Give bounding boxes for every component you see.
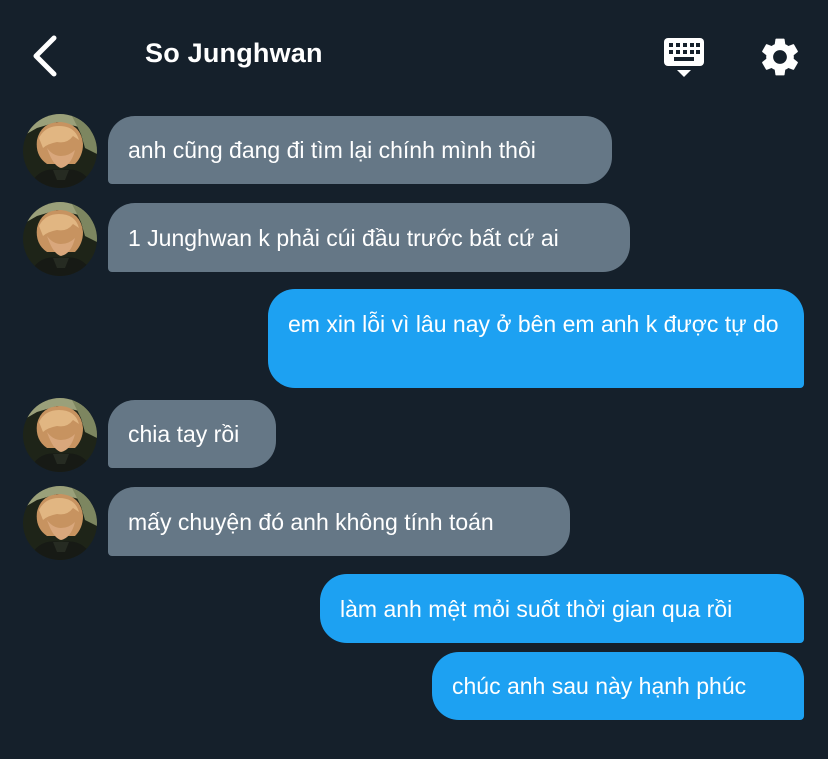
- message-bubble-incoming[interactable]: mấy chuyện đó anh không tính toán: [108, 487, 570, 556]
- avatar[interactable]: [23, 486, 97, 560]
- contact-avatar-image: [23, 114, 97, 188]
- message-bubble-incoming[interactable]: 1 Junghwan k phải cúi đầu trước bất cứ a…: [108, 203, 630, 272]
- message-bubble-outgoing[interactable]: chúc anh sau này hạnh phúc: [432, 652, 804, 720]
- message-bubble-outgoing[interactable]: làm anh mệt mỏi suốt thời gian qua rồi: [320, 574, 804, 643]
- contact-avatar-image: [23, 486, 97, 560]
- avatar[interactable]: [23, 202, 97, 276]
- avatar[interactable]: [23, 114, 97, 188]
- message-bubble-incoming[interactable]: chia tay rồi: [108, 400, 276, 468]
- message-list: anh cũng đang đi tìm lại chính mình thôi…: [0, 0, 828, 759]
- contact-avatar-image: [23, 202, 97, 276]
- message-bubble-outgoing[interactable]: em xin lỗi vì lâu nay ở bên em anh k đượ…: [268, 289, 804, 388]
- avatar[interactable]: [23, 398, 97, 472]
- message-bubble-incoming[interactable]: anh cũng đang đi tìm lại chính mình thôi: [108, 116, 612, 184]
- contact-avatar-image: [23, 398, 97, 472]
